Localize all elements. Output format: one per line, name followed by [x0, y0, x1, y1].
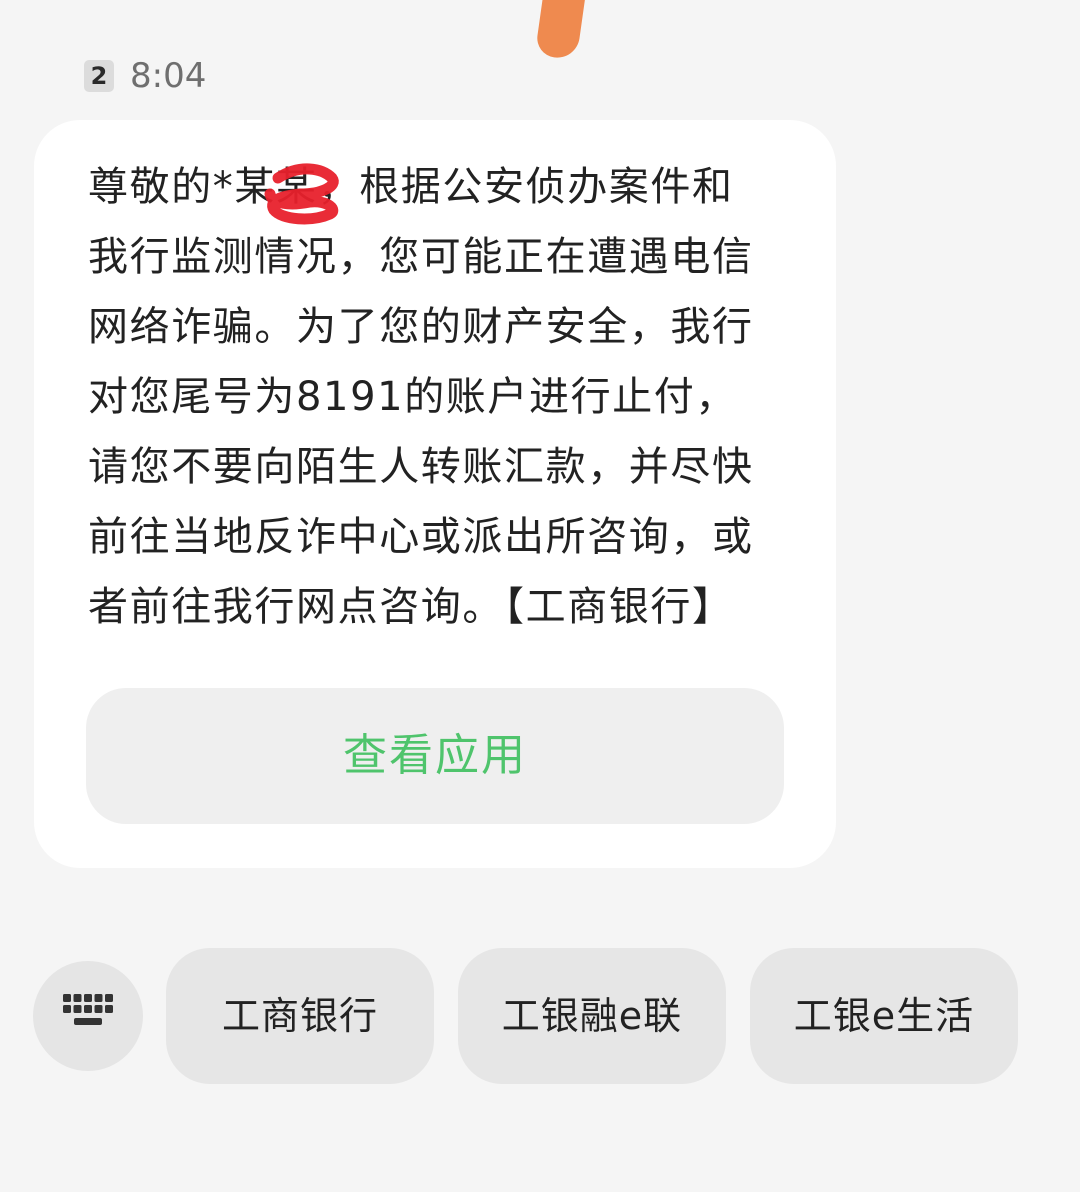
message-text: 尊敬的*某某，根据公安侦办案件和 我行监测情况，您可能正在遭遇电信 网络诈骗。为… [88, 164, 754, 630]
view-app-button[interactable]: 查看应用 [86, 688, 784, 824]
quick-reply-icbc-elife[interactable]: 工银e生活 [750, 948, 1018, 1084]
keyboard-toggle-button[interactable] [33, 961, 143, 1071]
keyboard-icon [63, 994, 113, 1025]
message-meta: 2 8:04 [84, 56, 206, 96]
quick-reply-icbc-rongelian[interactable]: 工银融e联 [458, 948, 726, 1084]
message-bubble[interactable]: 尊敬的*某某，根据公安侦办案件和 我行监测情况，您可能正在遭遇电信 网络诈骗。为… [34, 120, 836, 868]
quick-reply-icbc[interactable]: 工商银行 [166, 948, 434, 1084]
sim-slot-badge: 2 [84, 60, 114, 92]
message-timestamp: 8:04 [130, 56, 207, 96]
orange-shape [534, 0, 588, 61]
